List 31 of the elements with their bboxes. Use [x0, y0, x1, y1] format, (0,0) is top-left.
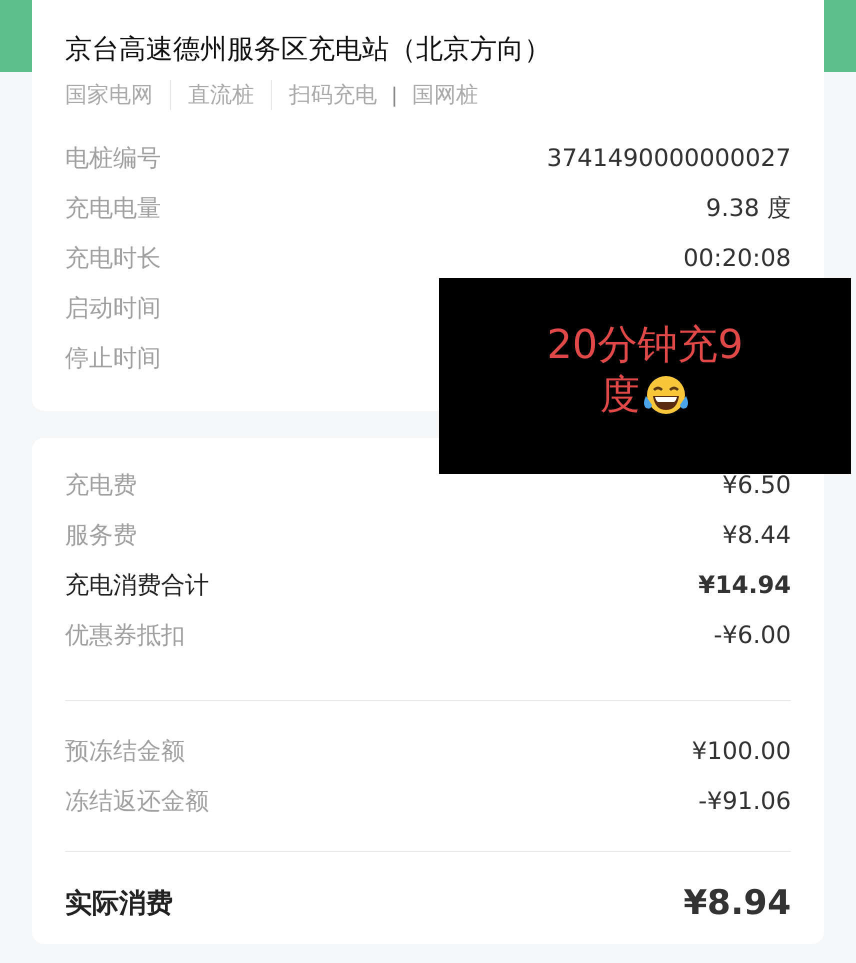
station-tag: 国家电网 [65, 80, 153, 110]
fee-amount: ¥8.44 [722, 521, 791, 549]
fee-amount: -¥6.00 [714, 621, 791, 649]
laughing-emoji-icon [642, 374, 690, 416]
detail-label: 充电时长 [65, 243, 161, 274]
fee-label: 服务费 [65, 520, 137, 551]
detail-value: 00:20:08 [683, 244, 791, 272]
detail-value: 9.38 度 [706, 193, 791, 224]
station-tag: 国网桩 [412, 80, 478, 110]
fee-label: 冻结返还金额 [65, 786, 209, 817]
fee-label: 充电费 [65, 470, 137, 501]
total-amount: ¥8.94 [683, 883, 791, 923]
fee-amount: ¥14.94 [698, 571, 791, 599]
fee-amount: ¥6.50 [722, 471, 791, 499]
total-label: 实际消费 [65, 887, 173, 921]
station-tag: 直流桩 [188, 80, 254, 110]
fee-amount: ¥100.00 [692, 737, 791, 765]
detail-label: 充电电量 [65, 193, 161, 224]
detail-label: 电桩编号 [65, 143, 161, 174]
fee-label: 预冻结金额 [65, 736, 185, 767]
fee-amount: -¥91.06 [698, 787, 791, 815]
caption-text: 度 [600, 371, 640, 420]
detail-value: 3741490000000027 [546, 144, 791, 172]
tag-separator: | [391, 83, 398, 107]
detail-label: 停止时间 [65, 343, 161, 374]
caption-text: 20分钟充9 [546, 321, 744, 370]
fee-label: 优惠券抵扣 [65, 620, 185, 651]
fee-label: 充电消费合计 [65, 570, 209, 601]
detail-label: 启动时间 [65, 293, 161, 324]
station-tag: 扫码充电 [289, 80, 377, 110]
station-title: 京台高速德州服务区充电站（北京方向） [65, 33, 552, 67]
